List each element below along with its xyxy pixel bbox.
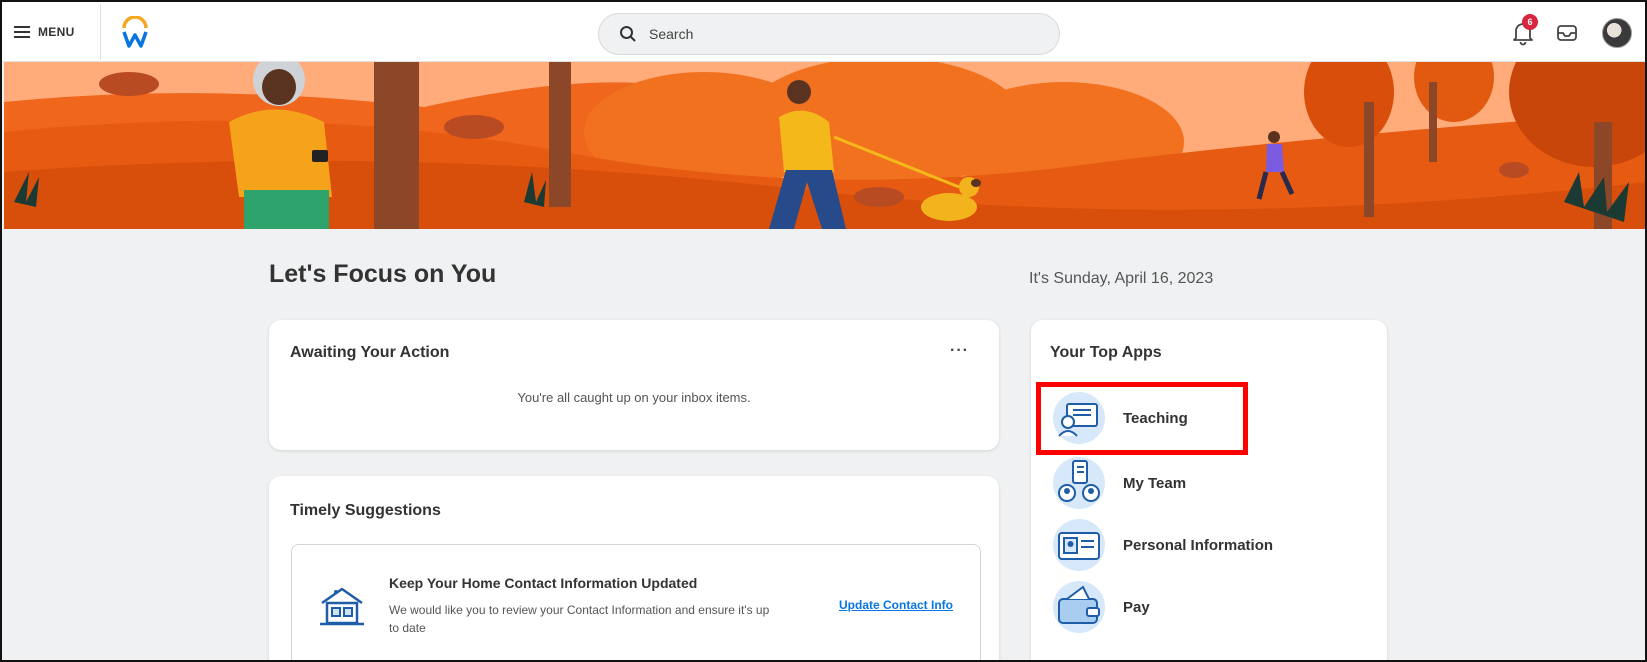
page-title: Let's Focus on You [269,260,497,288]
app-label: Personal Information [1123,536,1274,554]
timely-suggestions-card: Timely Suggestions Keep Your Home Contac… [269,476,999,660]
inbox-icon[interactable] [1556,23,1578,43]
profile-avatar[interactable] [1602,18,1632,48]
search-input[interactable] [649,26,1029,42]
app-personal-information[interactable]: Personal Information [1053,516,1353,574]
menu-label: MENU [38,25,75,39]
workday-home-window: MENU 6 [0,0,1647,662]
top-bar: MENU 6 [2,2,1645,62]
top-apps-card: Your Top Apps Teaching My Team Personal … [1031,320,1387,660]
pay-icon [1053,581,1105,633]
my-team-icon [1053,457,1105,509]
banner-illustration [4,62,1645,229]
suggestion-item: Keep Your Home Contact Information Updat… [291,544,981,660]
workday-logo-icon[interactable] [120,16,150,48]
notification-count-badge: 6 [1522,14,1538,30]
menu-button[interactable]: MENU [14,20,75,44]
inbox-empty-message: You're all caught up on your inbox items… [517,390,751,405]
timely-suggestions-title: Timely Suggestions [290,502,441,519]
app-label: Pay [1123,598,1150,616]
personal-information-icon [1053,519,1105,571]
more-options-button[interactable]: ··· [950,342,969,360]
current-date: It's Sunday, April 16, 2023 [1029,270,1214,287]
top-apps-title: Your Top Apps [1050,344,1162,361]
house-icon [320,587,364,626]
hamburger-icon [14,26,30,38]
suggestion-title: Keep Your Home Contact Information Updat… [389,575,698,591]
app-label: My Team [1123,474,1187,492]
app-my-team[interactable]: My Team [1053,454,1353,512]
app-pay[interactable]: Pay [1053,578,1353,636]
search-icon [620,26,636,42]
divider [100,4,101,60]
teaching-highlight-box [1036,382,1248,455]
suggestion-description: We would like you to review your Contact… [389,603,770,635]
awaiting-action-card: Awaiting Your Action ··· You're all caug… [269,320,999,450]
search-bar[interactable] [598,13,1060,55]
awaiting-action-title: Awaiting Your Action [290,344,450,361]
update-contact-info-link[interactable]: Update Contact Info [839,598,953,612]
